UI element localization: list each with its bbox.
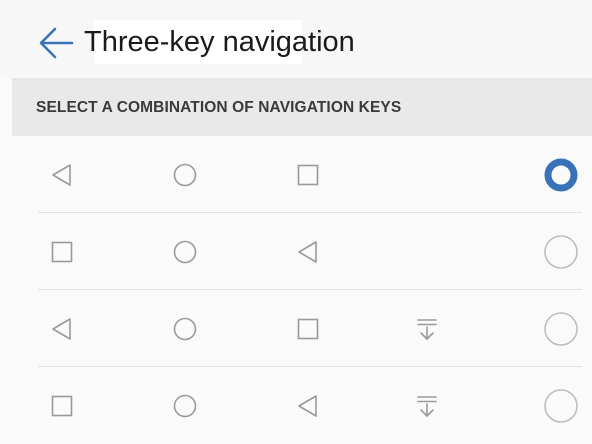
- recents-square-icon: [51, 395, 73, 417]
- app-header: Three-key navigation: [0, 0, 592, 78]
- radio-unselected-icon[interactable]: [543, 311, 579, 347]
- notification-pulldown-icon: [417, 319, 437, 340]
- home-circle-icon: [173, 163, 197, 187]
- nav-combination-option-2[interactable]: [0, 213, 592, 290]
- nav-combination-option-1[interactable]: [0, 136, 592, 213]
- radio-unselected-icon[interactable]: [543, 388, 579, 424]
- recents-square-icon: [297, 318, 319, 340]
- recents-square-icon: [297, 164, 319, 186]
- section-title: SELECT A COMBINATION OF NAVIGATION KEYS: [36, 99, 402, 116]
- back-triangle-icon: [298, 395, 317, 417]
- recents-square-icon: [51, 241, 73, 263]
- home-circle-icon: [173, 240, 197, 264]
- nav-combination-option-3[interactable]: [0, 290, 592, 367]
- notification-pulldown-icon: [417, 396, 437, 417]
- back-triangle-icon: [52, 318, 71, 340]
- page-title: Three-key navigation: [84, 26, 355, 58]
- home-circle-icon: [173, 317, 197, 341]
- nav-combination-option-4[interactable]: [0, 367, 592, 444]
- radio-unselected-icon[interactable]: [543, 234, 579, 270]
- arrow-left-icon[interactable]: [38, 26, 74, 60]
- home-circle-icon: [173, 394, 197, 418]
- back-triangle-icon: [52, 164, 71, 186]
- section-header: SELECT A COMBINATION OF NAVIGATION KEYS: [12, 80, 592, 136]
- radio-selected-icon[interactable]: [543, 157, 579, 193]
- back-triangle-icon: [298, 241, 317, 263]
